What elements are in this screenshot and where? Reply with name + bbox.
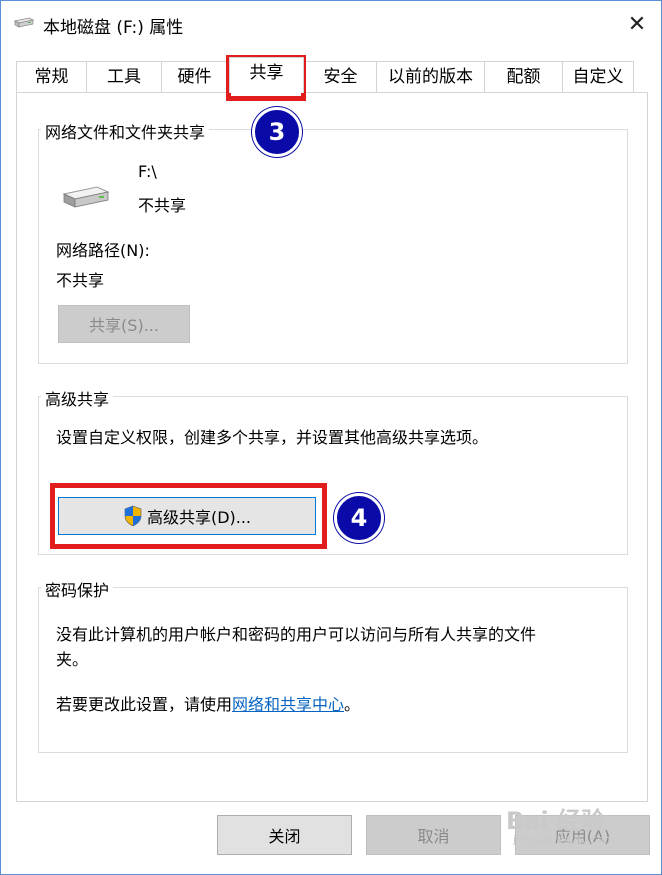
password-change-text: 若要更改此设置，请使用网络和共享中心。	[56, 691, 360, 715]
drive-name: F:\	[138, 162, 157, 181]
tab-tools[interactable]: 工具	[86, 61, 162, 92]
window-title: 本地磁盘 (F:) 属性	[43, 18, 184, 38]
advanced-share-description: 设置自定义权限，创建多个共享，并设置其他高级共享选项。	[56, 428, 489, 447]
tab-previous-versions[interactable]: 以前的版本	[376, 61, 485, 92]
watermark-url: jingyan.baidu.com	[513, 833, 615, 846]
drive-large-icon	[62, 186, 110, 208]
tab-customize[interactable]: 自定义	[562, 61, 634, 92]
network-path-label: 网络路径(N):	[56, 241, 150, 260]
properties-window: 本地磁盘 (F:) 属性 ✕ 常规 工具 硬件 共享 安全 以前的版本 配额 自…	[0, 0, 662, 875]
close-icon: ✕	[627, 11, 647, 37]
share-button[interactable]: 共享(S)...	[58, 305, 190, 343]
title-bar: 本地磁盘 (F:) 属性 ✕	[1, 1, 661, 47]
drive-icon	[13, 17, 35, 28]
tab-quota[interactable]: 配额	[484, 61, 563, 92]
sharing-tab-panel: 网络文件和文件夹共享 F:\ 不共享 网络路径(N): 不共享 共享(S)...…	[16, 92, 648, 802]
password-description-line1: 没有此计算机的用户帐户和密码的用户可以访问与所有人共享的文件	[56, 625, 537, 644]
tab-general[interactable]: 常规	[16, 61, 87, 92]
password-change-prefix: 若要更改此设置，请使用	[56, 695, 233, 714]
close-button[interactable]: 关闭	[217, 815, 352, 855]
network-sharing-center-link[interactable]: 网络和共享中心	[232, 695, 344, 714]
password-protection-group-title: 密码保护	[41, 577, 114, 601]
password-change-suffix: 。	[344, 695, 361, 714]
network-share-group-title: 网络文件和文件夹共享	[41, 119, 210, 143]
advanced-share-group-title: 高级共享	[41, 386, 114, 410]
password-protection-group	[38, 587, 628, 753]
step-badge-4: 4	[334, 493, 384, 543]
close-window-button[interactable]: ✕	[615, 5, 659, 43]
share-state: 不共享	[138, 196, 187, 215]
step-badge-3: 3	[252, 107, 302, 157]
tab-hardware[interactable]: 硬件	[161, 61, 228, 92]
network-path-value: 不共享	[56, 271, 105, 290]
password-description-line2: 夹。	[56, 650, 89, 669]
tab-strip: 常规 工具 硬件 共享 安全 以前的版本 配额 自定义	[16, 57, 648, 93]
tab-sharing[interactable]: 共享	[229, 57, 304, 93]
highlight-box-advanced-share	[50, 483, 327, 549]
cancel-button[interactable]: 取消	[366, 815, 501, 855]
tab-security[interactable]: 安全	[304, 61, 377, 92]
